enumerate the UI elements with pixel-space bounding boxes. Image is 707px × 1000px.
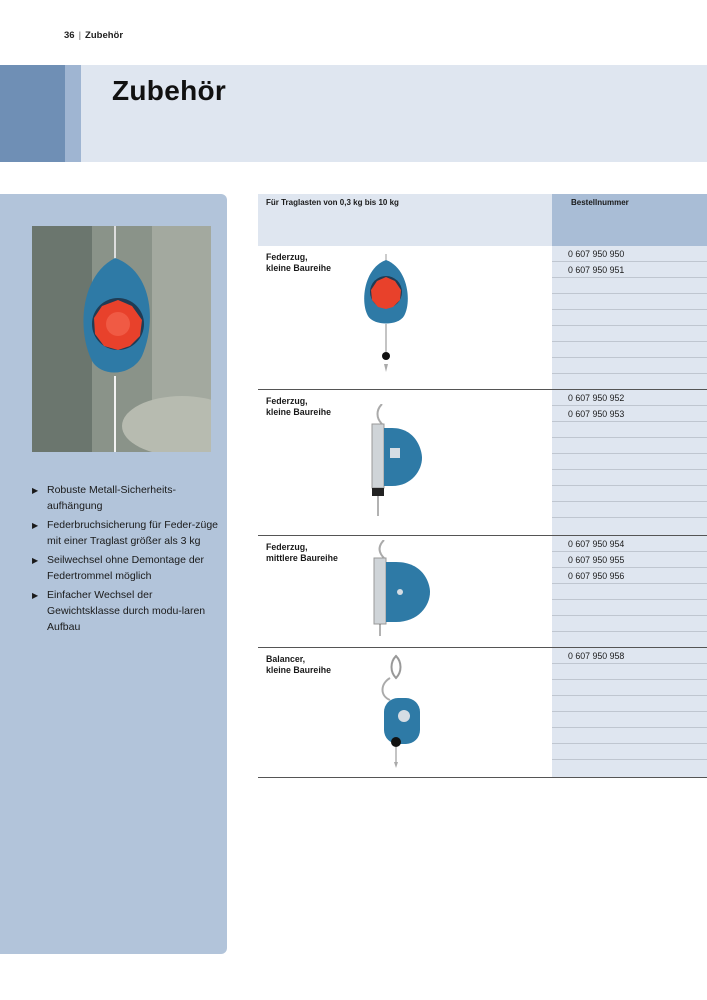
bullet-icon: ▶: [32, 521, 39, 530]
feature-list: ▶ Robuste Metall-Sicherheits-aufhängung ▶…: [32, 482, 222, 638]
balancer-small-icon: [381, 654, 420, 768]
order-number: [552, 502, 707, 518]
order-number: 0 607 950 954: [552, 536, 707, 552]
order-number: [552, 294, 707, 310]
product-label: Balancer, kleine Baureihe: [266, 654, 376, 676]
order-number: [552, 422, 707, 438]
product-label-line2: kleine Baureihe: [266, 665, 332, 675]
header-separator: |: [78, 30, 82, 41]
header-order-number-cell: Bestellnummer: [552, 194, 707, 246]
table-row: Federzug, kleine Baureihe 0 607 950 952 …: [258, 390, 707, 536]
feature-item: ▶ Federbruchsicherung für Feder-züge mit …: [32, 517, 222, 549]
feature-item: ▶ Robuste Metall-Sicherheits-aufhängung: [32, 482, 222, 514]
product-image: [356, 254, 436, 389]
bullet-icon: ▶: [32, 486, 39, 495]
order-number: [552, 744, 707, 760]
order-number: [552, 278, 707, 294]
bullet-icon: ▶: [32, 591, 39, 600]
product-image: [366, 403, 436, 529]
order-number: [552, 680, 707, 696]
order-number: 0 607 950 955: [552, 552, 707, 568]
product-label: Federzug, kleine Baureihe: [266, 396, 376, 418]
header-order-number: Bestellnummer: [571, 198, 629, 207]
order-number: [552, 310, 707, 326]
spring-balancer-half-round-icon: [371, 403, 422, 516]
feature-text: Robuste Metall-Sicherheits-aufhängung: [47, 484, 176, 512]
order-number: [552, 454, 707, 470]
header-section: Zubehör: [85, 30, 124, 41]
feature-text: Einfacher Wechsel der Gewichtsklasse dur…: [47, 589, 206, 633]
table-header: Für Traglasten von 0,3 kg bis 10 kg Best…: [258, 194, 707, 246]
table-row: Balancer, kleine Baureihe 0 607 950 958: [258, 648, 707, 778]
order-number: [552, 438, 707, 454]
product-photo: [32, 226, 211, 452]
spring-balancer-photo-icon: [32, 226, 211, 452]
product-table: Für Traglasten von 0,3 kg bis 10 kg Best…: [258, 194, 707, 778]
product-label-line1: Federzug,: [266, 542, 308, 552]
order-number: [552, 342, 707, 358]
order-number: [552, 470, 707, 486]
header-load-range: Für Traglasten von 0,3 kg bis 10 kg: [266, 198, 399, 207]
product-label: Federzug, mittlere Baureihe: [266, 542, 376, 564]
product-label-line1: Federzug,: [266, 396, 308, 406]
order-number: 0 607 950 956: [552, 568, 707, 584]
order-number: [552, 600, 707, 616]
order-number: 0 607 950 950: [552, 246, 707, 262]
banner-accent-dark: [0, 65, 65, 162]
order-number: [552, 728, 707, 744]
product-label-line2: kleine Baureihe: [266, 407, 332, 417]
order-number: 0 607 950 952: [552, 390, 707, 406]
feature-item: ▶ Einfacher Wechsel der Gewichtsklasse du…: [32, 587, 222, 635]
table-row: Federzug, kleine Baureihe 0 607 950 950 …: [258, 246, 707, 390]
page-header: 36 | Zubehör: [64, 30, 123, 41]
feature-item: ▶ Seilwechsel ohne Demontage der Federtro…: [32, 552, 222, 584]
feature-text: Seilwechsel ohne Demontage der Federtrom…: [47, 554, 205, 582]
order-number: [552, 486, 707, 502]
order-number: [552, 326, 707, 342]
spring-balancer-small-icon: [364, 254, 408, 372]
order-number: [552, 616, 707, 632]
order-number: 0 607 950 953: [552, 406, 707, 422]
bullet-icon: ▶: [32, 556, 39, 565]
order-number-cell: 0 607 950 952 0 607 950 953: [552, 390, 707, 535]
order-number: [552, 584, 707, 600]
page-title: Zubehör: [112, 75, 227, 106]
order-number: [552, 664, 707, 680]
product-label-line2: mittlere Baureihe: [266, 553, 338, 563]
order-number-cell: 0 607 950 958: [552, 648, 707, 777]
order-number: [552, 358, 707, 374]
order-number-cell: 0 607 950 950 0 607 950 951: [552, 246, 707, 389]
product-label-line1: Balancer,: [266, 654, 306, 664]
page-number: 36: [64, 30, 75, 41]
order-number: [552, 696, 707, 712]
order-number: 0 607 950 958: [552, 648, 707, 664]
order-number-cell: 0 607 950 954 0 607 950 955 0 607 950 95…: [552, 536, 707, 647]
sidebar-panel: ▶ Robuste Metall-Sicherheits-aufhängung ▶…: [0, 194, 227, 954]
order-number: 0 607 950 951: [552, 262, 707, 278]
product-image: [366, 539, 446, 645]
table-row: Federzug, mittlere Baureihe 0 607 950 95…: [258, 536, 707, 648]
order-number: [552, 712, 707, 728]
banner-accent-mid: [65, 65, 81, 162]
spring-balancer-medium-icon: [373, 539, 430, 636]
title-banner: Zubehör: [0, 65, 707, 162]
product-image: [376, 654, 436, 777]
feature-text: Federbruchsicherung für Feder-züge mit e…: [47, 519, 219, 547]
